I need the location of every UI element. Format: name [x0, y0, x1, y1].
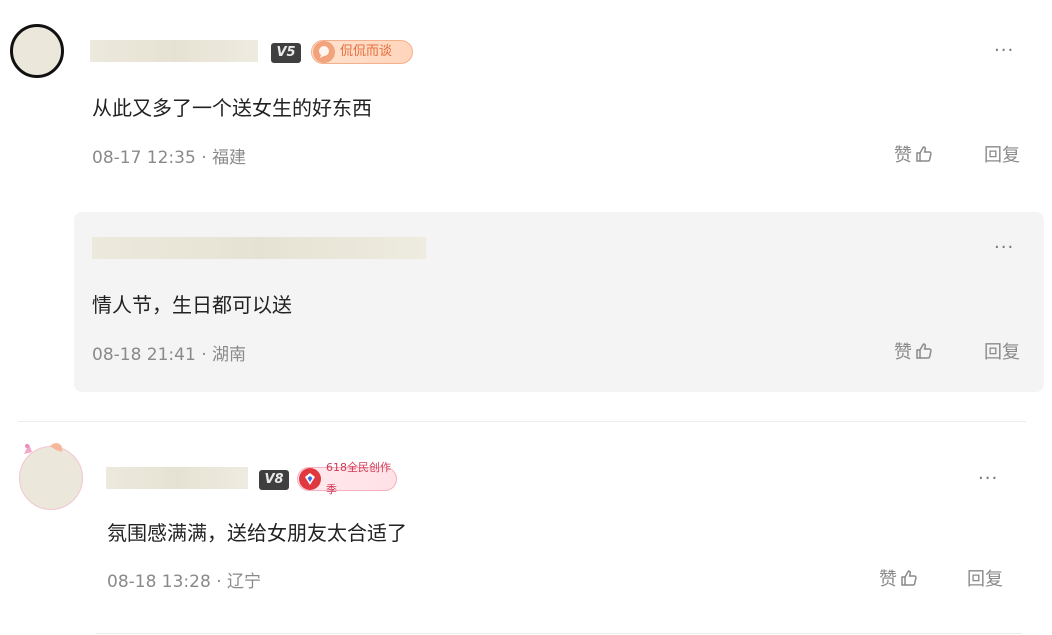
- user-level-badge: V5: [271, 43, 301, 63]
- comment-divider: [96, 633, 1022, 634]
- comment-date: 08-18 21:41: [92, 345, 196, 365]
- like-button[interactable]: 赞: [879, 565, 918, 591]
- meta-separator: ·: [195, 345, 213, 365]
- meta-separator: ·: [195, 148, 213, 168]
- thumbs-up-icon: [900, 569, 918, 587]
- reply-button[interactable]: 回复: [984, 338, 1020, 364]
- more-options-button[interactable]: ···: [978, 468, 998, 489]
- comment-location: 辽宁: [227, 572, 262, 592]
- comment-date: 08-17 12:35: [92, 148, 196, 168]
- more-options-button[interactable]: ···: [994, 40, 1014, 61]
- like-label: 赞: [894, 342, 912, 363]
- more-options-button[interactable]: ···: [994, 237, 1014, 258]
- thumbs-up-icon: [915, 145, 933, 163]
- thumbs-up-icon: [915, 342, 933, 360]
- username-redacted[interactable]: [106, 467, 248, 489]
- user-level-badge: V8: [259, 470, 289, 490]
- comment-location: 福建: [212, 148, 247, 168]
- like-button[interactable]: 赞: [894, 141, 933, 167]
- user-tag-label: 侃侃而谈: [340, 44, 393, 59]
- user-avatar[interactable]: [10, 24, 64, 78]
- reply-button[interactable]: 回复: [967, 565, 1003, 591]
- like-label: 赞: [879, 569, 897, 590]
- comment-date: 08-18 13:28: [107, 572, 211, 592]
- comment-text: 氛围感满满，送给女朋友太合适了: [107, 521, 407, 545]
- meta-separator: ·: [210, 572, 228, 592]
- like-label: 赞: [894, 145, 912, 166]
- comment-text: 从此又多了一个送女生的好东西: [92, 96, 372, 120]
- comment-meta: 08-17 12:35 · 福建: [92, 143, 246, 168]
- comment-location: 湖南: [212, 345, 247, 365]
- user-tag-badge: 侃侃而谈: [311, 40, 413, 64]
- creator-badge-icon: [299, 468, 321, 490]
- reply-button[interactable]: 回复: [984, 141, 1020, 167]
- chat-bubble-icon: [313, 41, 335, 63]
- username-redacted[interactable]: [90, 40, 258, 62]
- comment-divider: [18, 421, 1026, 422]
- comment-meta: 08-18 21:41 · 湖南: [92, 340, 246, 365]
- user-tag-label: 618全民创作季: [326, 461, 391, 496]
- comment-text: 情人节，生日都可以送: [92, 293, 292, 317]
- user-tag-badge: 618全民创作季: [297, 461, 397, 496]
- comment-meta: 08-18 13:28 · 辽宁: [107, 567, 261, 592]
- avatar-frame-decoration: [22, 440, 66, 462]
- like-button[interactable]: 赞: [894, 338, 933, 364]
- username-redacted[interactable]: [92, 237, 426, 259]
